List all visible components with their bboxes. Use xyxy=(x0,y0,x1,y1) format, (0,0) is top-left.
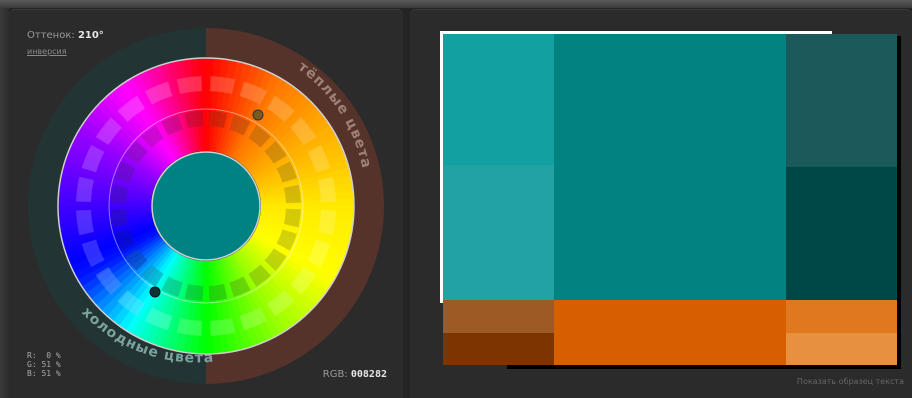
rgb-hex-readout: RGB: 008282 xyxy=(323,369,387,380)
shade-step xyxy=(283,208,301,228)
shade-step xyxy=(184,283,204,301)
shade-step xyxy=(111,208,129,228)
color-wheel[interactable]: тёплые цвета холодные цвета xyxy=(9,9,403,398)
swatch-main[interactable] xyxy=(554,34,786,300)
swatch-dark-1[interactable] xyxy=(786,34,897,167)
shade-step xyxy=(184,111,204,129)
swatch-accent-brown-2[interactable] xyxy=(443,333,554,365)
rgb-percent-readout: R: 0 % G: 51 % B: 51 % xyxy=(27,351,61,378)
g-percent: G: 51 % xyxy=(27,360,61,369)
swatch-light-2[interactable] xyxy=(443,165,554,300)
b-percent: B: 51 % xyxy=(27,369,61,378)
swatch-accent-light-2[interactable] xyxy=(786,333,897,365)
shade-step xyxy=(208,283,228,301)
shade-step xyxy=(111,184,129,204)
swatch-accent-main[interactable] xyxy=(554,300,786,365)
r-percent: R: 0 % xyxy=(27,351,61,360)
rgb-hex-label: RGB: xyxy=(322,369,348,380)
left-edge xyxy=(0,8,9,398)
swatch-accent-brown-1[interactable] xyxy=(443,300,554,333)
handle-primary[interactable] xyxy=(252,109,264,121)
handle-complement[interactable] xyxy=(149,286,161,298)
rgb-hex-value: 008282 xyxy=(350,369,387,380)
shade-step xyxy=(208,111,228,129)
show-text-sample-link[interactable]: Показать образец текста xyxy=(797,377,904,386)
color-scheme-panel: Показать образец текста xyxy=(410,9,912,398)
top-bar xyxy=(0,0,912,8)
shade-step xyxy=(283,184,301,204)
swatch-accent-light-1[interactable] xyxy=(786,300,897,333)
selected-color-circle xyxy=(151,151,261,261)
swatch-dark-2[interactable] xyxy=(786,167,897,300)
color-wheel-panel: Оттенок: 210° инверсия тёплые цвета холо… xyxy=(9,9,403,398)
swatch-light-1[interactable] xyxy=(443,34,554,165)
